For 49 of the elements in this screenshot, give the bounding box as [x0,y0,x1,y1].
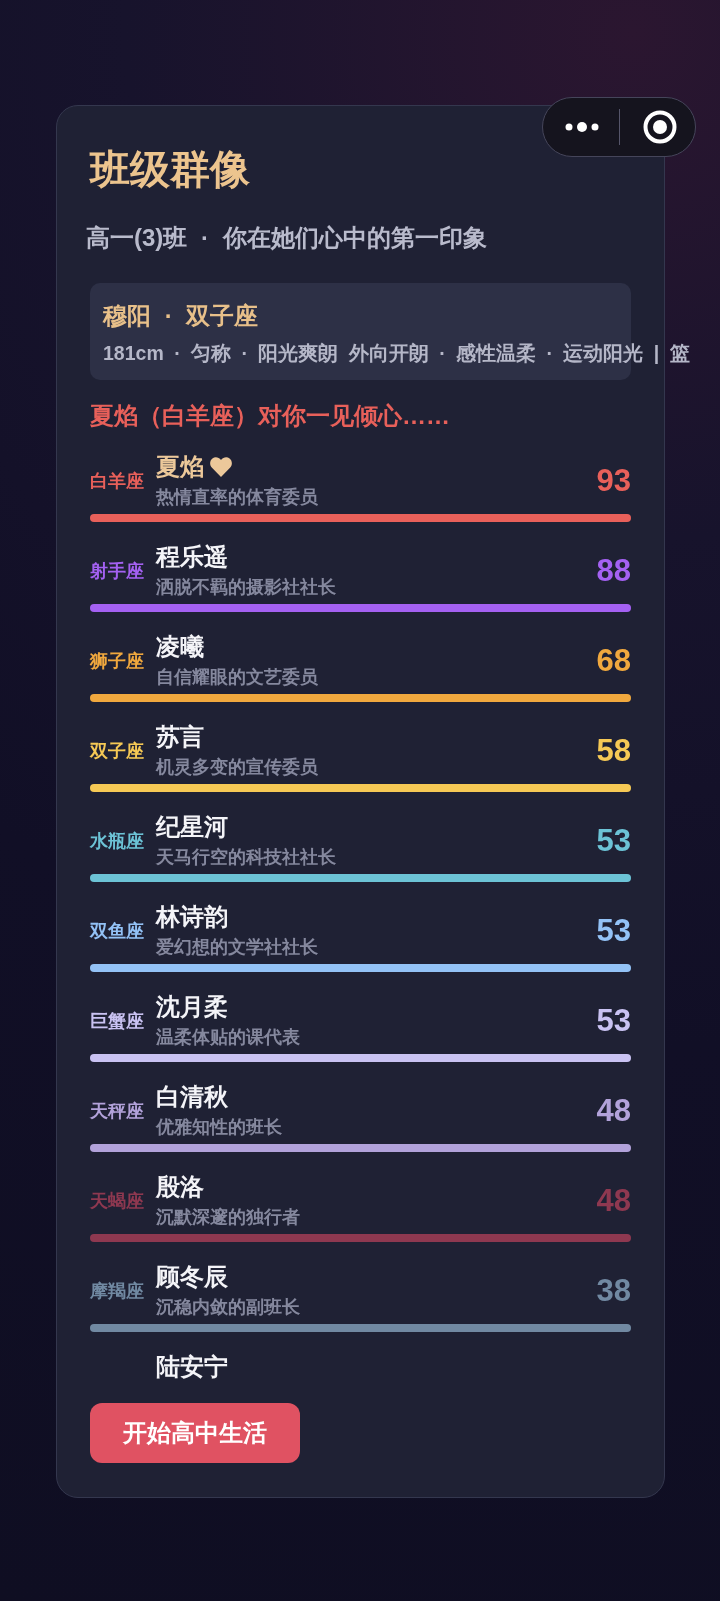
classmate-name: 林诗韵 [156,903,228,931]
classmate-description: 天马行空的科技社社长 [156,846,337,868]
start-button[interactable]: 开始高中生活 [90,1403,300,1463]
more-icon[interactable] [565,122,599,132]
classmate-name: 程乐遥 [156,543,228,571]
score-value: 53 [596,823,631,858]
constellation-label: 摩羯座 [90,1279,145,1303]
profile-tags: 181cm · 匀称 · 阳光爽朗 外向开朗 · 感性温柔 · 运动阳光 | 篮 [103,341,690,365]
constellation-label: 狮子座 [90,649,145,673]
classmate-description: 爱幻想的文学社社长 [156,936,319,958]
classmate-name: 夏焰 [156,453,204,481]
classmate-name: 凌曦 [156,633,204,661]
score-value: 53 [596,913,631,948]
classmate-description: 优雅知性的班长 [156,1116,283,1138]
constellation-label: 巨蟹座 [90,1009,145,1033]
classmate-name: 苏言 [156,723,204,751]
constellation-label: 天秤座 [90,1099,145,1123]
constellation-label: 双子座 [90,739,145,763]
classmate-name: 殷洛 [156,1173,204,1201]
score-value: 48 [596,1183,631,1218]
score-value: 93 [596,463,631,498]
classmate-name: 纪星河 [156,813,228,841]
target-icon[interactable] [643,110,677,144]
profile-name: 穆阳 · 双子座 [103,301,259,331]
constellation-label: 射手座 [90,559,145,583]
classmate-name: 白清秋 [156,1083,228,1111]
page-title: 班级群像 [90,147,251,191]
score-value: 38 [596,1273,631,1308]
classmate-description: 沉稳内敛的副班长 [156,1296,301,1318]
page-subtitle: 高一(3)班 · 你在她们心中的第一印象 [86,223,488,253]
classmate-description: 沉默深邃的独行者 [156,1206,301,1228]
classmate-description: 温柔体贴的课代表 [156,1026,301,1048]
score-value: 58 [596,733,631,768]
score-value: 88 [596,553,631,588]
classmate-description: 洒脱不羁的摄影社社长 [156,576,337,598]
crush-headline: 夏焰（白羊座）对你一见倾心…… [90,401,451,431]
score-value: 68 [596,643,631,678]
classmate-name: 沈月柔 [156,993,228,1021]
classmate-name: 顾冬辰 [156,1263,228,1291]
classmate-description: 自信耀眼的文艺委员 [156,666,319,688]
score-value: 53 [596,1003,631,1038]
constellation-label: 双鱼座 [90,919,145,943]
classmate-description: 机灵多变的宣传委员 [156,756,319,778]
constellation-label: 天蝎座 [90,1189,145,1213]
score-value: 48 [596,1093,631,1128]
classmate-description: 热情直率的体育委员 [156,486,319,508]
classmate-name: 陆安宁 [156,1353,228,1381]
constellation-label: 水瓶座 [90,829,145,853]
constellation-label: 白羊座 [90,469,145,493]
